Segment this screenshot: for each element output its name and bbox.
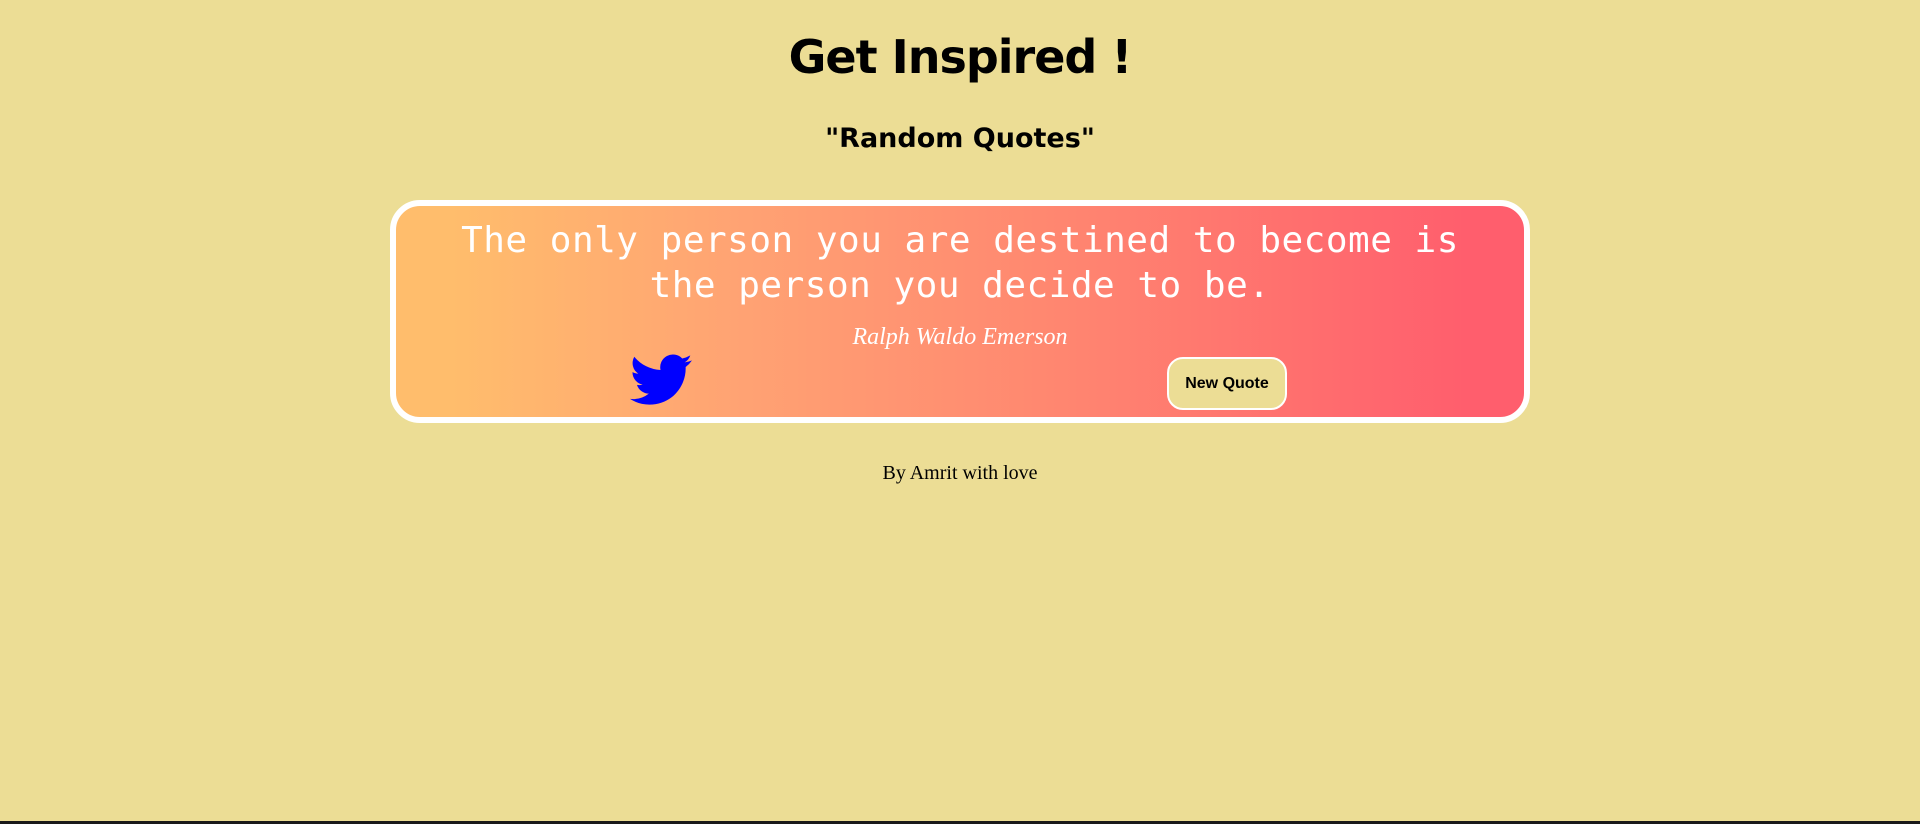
- tweet-quote-link[interactable]: [630, 354, 692, 408]
- quote-card: The only person you are destined to beco…: [390, 200, 1530, 423]
- new-quote-button[interactable]: New Quote: [1167, 357, 1287, 410]
- footer-credit: By Amrit with love: [882, 462, 1038, 484]
- page-subtitle: "Random Quotes": [825, 123, 1095, 154]
- page-title: Get Inspired !: [788, 30, 1133, 84]
- quote-text: The only person you are destined to beco…: [461, 220, 1459, 306]
- twitter-bird-icon: [630, 354, 692, 405]
- quote-author: Ralph Waldo Emerson: [852, 324, 1068, 350]
